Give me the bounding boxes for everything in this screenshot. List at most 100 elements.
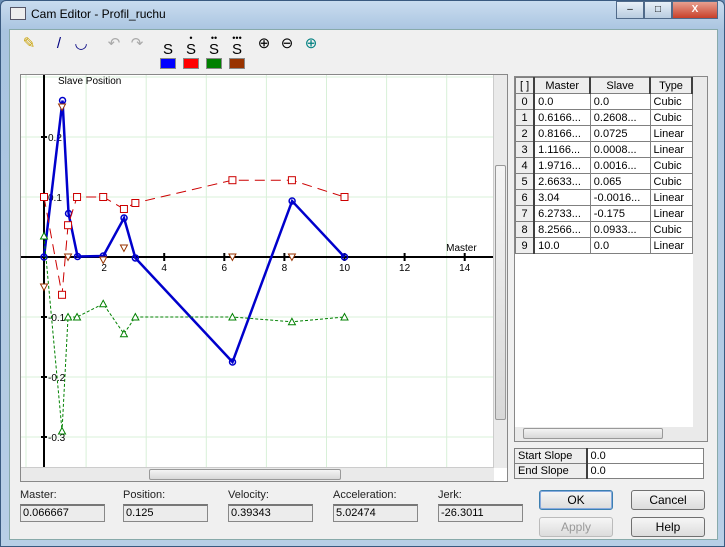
table-row[interactable]: 9 10.0 0.0 Linear — [515, 237, 693, 254]
readout-label: Velocity: — [228, 489, 269, 501]
table-cell[interactable]: 9 — [515, 237, 536, 254]
x-tick-label: 14 — [459, 263, 471, 274]
line-icon[interactable]: / — [50, 36, 68, 52]
pencil-icon[interactable]: ✎ — [20, 36, 38, 52]
table-cell[interactable]: 0.0933... — [589, 221, 651, 238]
table-cell[interactable]: Linear — [649, 237, 693, 254]
table-horizontal-scrollbar[interactable] — [515, 427, 693, 441]
table-cell[interactable]: 1 — [515, 109, 536, 126]
apply-button[interactable]: Apply — [539, 517, 613, 537]
table-cell[interactable]: 0.0016... — [589, 157, 651, 174]
end-slope-label: End Slope — [514, 463, 588, 479]
derivative-0-color-swatch[interactable] — [160, 58, 176, 69]
table-cell[interactable]: 10.0 — [533, 237, 591, 254]
table-cell[interactable]: 1.9716... — [533, 157, 591, 174]
table-cell[interactable]: 2.6633... — [533, 173, 591, 190]
table-cell[interactable]: Cubic — [649, 221, 693, 238]
table-cell[interactable]: Cubic — [649, 173, 693, 190]
table-cell[interactable]: 0.0008... — [589, 141, 651, 158]
velocity-point — [287, 176, 296, 185]
table-cell[interactable]: 4 — [515, 157, 536, 174]
table-row[interactable]: 6 3.04 -0.0016... Linear — [515, 189, 693, 206]
start-slope-label: Start Slope — [514, 448, 588, 464]
table-row[interactable]: 1 0.6166... 0.2608... Cubic — [515, 109, 693, 126]
table-cell[interactable]: 8 — [515, 221, 536, 238]
table-cell[interactable]: -0.0016... — [589, 189, 651, 206]
points-table: [ ] Master Slave Type 0 0.0 0.0 Cubic 1 0.6166...… — [515, 77, 693, 254]
x-tick-label: 2 — [101, 263, 107, 274]
maximize-button[interactable]: □ — [644, 1, 672, 19]
close-button[interactable]: X — [672, 1, 718, 19]
table-cell[interactable]: 0.2608... — [589, 109, 651, 126]
help-button[interactable]: Help — [631, 517, 705, 537]
curve-icon[interactable]: ◡ — [72, 36, 90, 52]
column-header[interactable]: [ ] — [515, 77, 536, 94]
table-row[interactable]: 7 6.2733... -0.175 Linear — [515, 205, 693, 222]
table-cell[interactable]: 6.2733... — [533, 205, 591, 222]
derivative-2-button[interactable]: •• S — [206, 34, 222, 58]
start-slope-value[interactable]: 0.0 — [586, 448, 704, 464]
zoom-in-icon[interactable]: ⊕ — [255, 36, 273, 52]
table-cell[interactable]: Cubic — [649, 93, 693, 110]
table-cell[interactable]: 3 — [515, 141, 536, 158]
table-cell[interactable]: 0.0 — [589, 93, 651, 110]
table-cell[interactable]: 0.8166... — [533, 125, 591, 142]
table-cell[interactable]: 8.2566... — [533, 221, 591, 238]
app-icon — [10, 7, 26, 20]
column-header[interactable]: Slave — [589, 77, 652, 94]
table-cell[interactable]: Cubic — [649, 157, 693, 174]
derivative-1-button[interactable]: • S — [183, 34, 199, 58]
column-header[interactable]: Master — [533, 77, 592, 94]
plot-vertical-scrollbar[interactable] — [493, 75, 507, 468]
column-header[interactable]: Type — [649, 77, 693, 94]
zoom-out-icon[interactable]: ⊖ — [278, 36, 296, 52]
table-cell[interactable]: 0 — [515, 93, 536, 110]
readout-field: 0.125 — [123, 504, 208, 522]
table-row[interactable]: 4 1.9716... 0.0016... Cubic — [515, 157, 693, 174]
derivative-3-button[interactable]: ••• S — [229, 34, 245, 58]
table-row[interactable]: 8 8.2566... 0.0933... Cubic — [515, 221, 693, 238]
minimize-button[interactable]: – — [616, 1, 644, 19]
table-cell[interactable]: 6 — [515, 189, 536, 206]
velocity-point — [99, 193, 108, 201]
table-row[interactable]: 3 1.1166... 0.0008... Linear — [515, 141, 693, 158]
table-cell[interactable]: 1.1166... — [533, 141, 591, 158]
table-cell[interactable]: 0.065 — [589, 173, 651, 190]
plot-horizontal-scrollbar[interactable] — [21, 467, 494, 481]
derivative-1-color-swatch[interactable] — [183, 58, 199, 69]
table-cell[interactable]: 7 — [515, 205, 536, 222]
table-row[interactable]: 5 2.6633... 0.065 Cubic — [515, 173, 693, 190]
ok-button[interactable]: OK — [539, 490, 613, 510]
table-cell[interactable]: Linear — [649, 141, 693, 158]
derivative-3-color-swatch[interactable] — [229, 58, 245, 69]
table-cell[interactable]: 5 — [515, 173, 536, 190]
table-cell[interactable]: 3.04 — [533, 189, 591, 206]
acceleration-point — [119, 329, 129, 338]
derivative-2-color-swatch[interactable] — [206, 58, 222, 69]
table-row[interactable]: 2 0.8166... 0.0725 Linear — [515, 125, 693, 142]
x-tick-label: 6 — [222, 263, 228, 274]
table-vertical-scrollbar[interactable] — [693, 77, 707, 441]
readout-field: 5.02474 — [333, 504, 418, 522]
table-cell[interactable]: -0.175 — [589, 205, 651, 222]
end-slope-value[interactable]: 0.0 — [586, 463, 704, 479]
table-cell[interactable]: Cubic — [649, 109, 693, 126]
table-cell[interactable]: 0.0 — [533, 93, 591, 110]
redo-icon[interactable]: ↷ — [128, 36, 146, 52]
readout-field: 0.066667 — [20, 504, 105, 522]
table-row[interactable]: 0 0.0 0.0 Cubic — [515, 93, 693, 110]
table-cell[interactable]: 2 — [515, 125, 536, 142]
cancel-button[interactable]: Cancel — [631, 490, 705, 510]
table-cell[interactable]: 0.0 — [589, 237, 651, 254]
zoom-fit-icon[interactable]: ⊕ — [302, 36, 320, 52]
table-cell[interactable]: Linear — [649, 125, 693, 142]
table-cell[interactable]: 0.0725 — [589, 125, 651, 142]
undo-icon[interactable]: ↶ — [105, 36, 123, 52]
x-tick-label: 10 — [339, 263, 351, 274]
table-cell[interactable]: Linear — [649, 189, 693, 206]
table-cell[interactable]: 0.6166... — [533, 109, 591, 126]
x-axis-label: Master — [446, 243, 477, 254]
table-cell[interactable]: Linear — [649, 205, 693, 222]
derivative-0-button[interactable]: S — [160, 34, 176, 57]
cam-plot[interactable]: 2 4 6 8 10 12 14 0.2 0.1 -0.1 -0.2 -0.3 Master Slave … — [20, 74, 508, 482]
